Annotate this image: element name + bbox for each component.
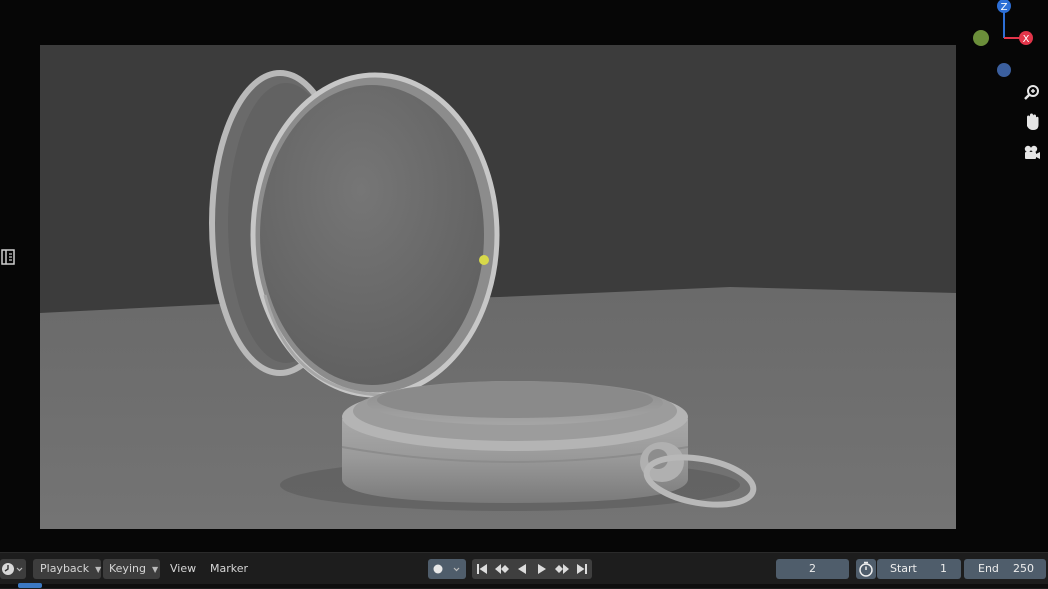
start-frame-value: 1 bbox=[940, 562, 947, 575]
playback-menu-label: Playback bbox=[40, 562, 90, 575]
editor-type-button[interactable] bbox=[0, 559, 26, 579]
3d-viewport[interactable]: Z X bbox=[0, 0, 1048, 552]
end-frame-field[interactable]: End 250 bbox=[964, 559, 1046, 579]
camera-view-frame[interactable] bbox=[40, 45, 956, 529]
navigation-gizmo[interactable]: Z X bbox=[968, 0, 1048, 84]
play-button[interactable] bbox=[532, 559, 552, 579]
start-frame-label: Start bbox=[890, 562, 917, 575]
jump-end-icon bbox=[577, 564, 587, 574]
next-keyframe-icon bbox=[555, 564, 569, 574]
pan-hand-icon[interactable] bbox=[1019, 109, 1045, 135]
jump-to-keyframe-next-button[interactable] bbox=[552, 559, 572, 579]
view-menu[interactable]: View bbox=[168, 559, 198, 579]
current-frame-value: 2 bbox=[809, 562, 816, 575]
start-frame-field[interactable]: Start 1 bbox=[877, 559, 961, 579]
marker-menu[interactable]: Marker bbox=[208, 559, 250, 579]
end-frame-value: 250 bbox=[1013, 562, 1034, 575]
play-icon bbox=[538, 564, 546, 574]
jump-to-start-button[interactable] bbox=[472, 559, 492, 579]
keying-menu[interactable]: Keying ▼ bbox=[103, 559, 160, 579]
prev-keyframe-icon bbox=[495, 564, 509, 574]
status-indicator bbox=[18, 583, 42, 588]
clock-icon bbox=[2, 563, 23, 575]
jump-start-icon bbox=[477, 564, 487, 574]
auto-keying-toggle[interactable] bbox=[428, 559, 466, 579]
camera-icon[interactable] bbox=[1019, 140, 1045, 166]
pocket-watch-scene bbox=[40, 45, 956, 529]
current-frame-field[interactable]: 2 bbox=[776, 559, 849, 579]
jump-to-end-button[interactable] bbox=[572, 559, 592, 579]
keying-menu-label: Keying bbox=[109, 562, 146, 575]
use-preview-range-toggle[interactable] bbox=[856, 559, 876, 579]
stopwatch-icon bbox=[859, 561, 873, 577]
play-reverse-button[interactable] bbox=[512, 559, 532, 579]
playback-controls bbox=[472, 559, 592, 579]
record-icon bbox=[433, 564, 460, 574]
gizmo-x-label: X bbox=[1023, 34, 1030, 45]
chevron-down-icon: ▼ bbox=[95, 565, 102, 574]
play-reverse-icon bbox=[518, 564, 526, 574]
end-frame-label: End bbox=[978, 562, 999, 575]
zoom-icon[interactable] bbox=[1019, 80, 1045, 106]
gizmo-z-label: Z bbox=[1001, 2, 1008, 13]
playback-menu[interactable]: Playback ▼ bbox=[33, 559, 101, 579]
status-bar bbox=[0, 584, 1048, 588]
jump-to-keyframe-prev-button[interactable] bbox=[492, 559, 512, 579]
toolbar-toggle-icon[interactable] bbox=[0, 248, 16, 266]
neg-z-axis-icon bbox=[997, 63, 1011, 77]
y-axis-icon bbox=[973, 30, 989, 46]
chevron-down-icon: ▼ bbox=[151, 565, 159, 574]
